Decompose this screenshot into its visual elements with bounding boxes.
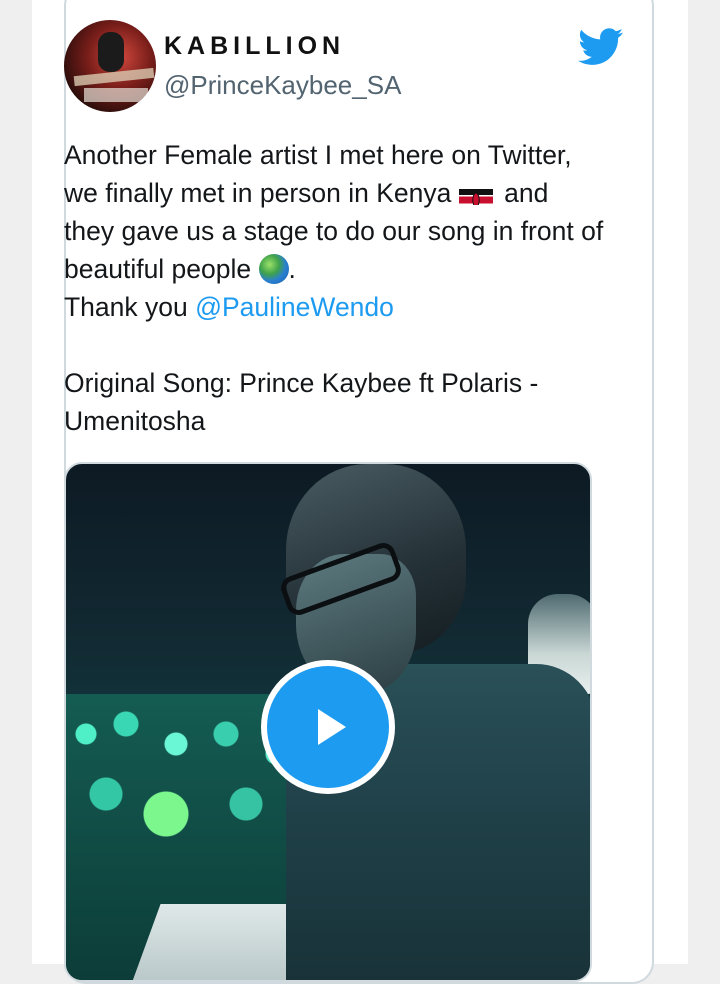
mention-link[interactable]: @PaulineWendo bbox=[195, 292, 394, 322]
globe-icon bbox=[258, 254, 289, 284]
user-handle[interactable]: @PrinceKaybee_SA bbox=[164, 70, 401, 101]
tweet-text-period: . bbox=[288, 254, 296, 284]
tweet-text-line1: Another Female artist I met here on Twit… bbox=[64, 140, 572, 208]
original-song-text: Original Song: Prince Kaybee ft Polaris … bbox=[64, 368, 539, 436]
avatar[interactable] bbox=[64, 20, 156, 112]
video-thumbnail[interactable] bbox=[64, 462, 592, 982]
kenya-flag-icon bbox=[458, 183, 493, 205]
twitter-bird-icon[interactable] bbox=[578, 28, 624, 66]
play-button[interactable] bbox=[261, 660, 395, 794]
tweet-text: Another Female artist I met here on Twit… bbox=[64, 136, 604, 440]
thanks-text: Thank you bbox=[64, 292, 196, 322]
display-name[interactable]: KABILLION bbox=[164, 32, 345, 61]
play-icon bbox=[318, 709, 346, 745]
